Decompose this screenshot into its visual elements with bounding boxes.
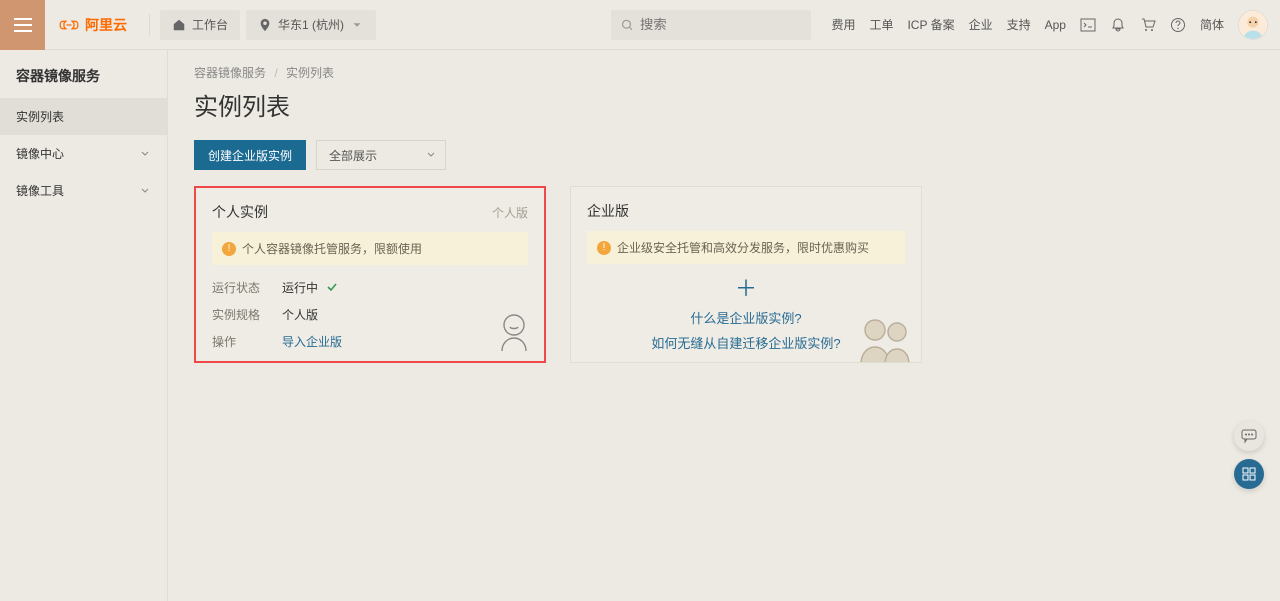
create-enterprise-instance-button[interactable]: 创建企业版实例: [194, 140, 306, 170]
aliyun-icon: [59, 15, 79, 35]
sidebar: 容器镜像服务 实例列表 镜像中心 镜像工具: [0, 50, 168, 601]
card-title-text: 个人实例: [212, 202, 268, 222]
enterprise-card: 企业版 ! 企业级安全托管和高效分发服务，限时优惠购买 ＋ 什么是企业版实例? …: [570, 186, 922, 363]
sidebar-item-label: 镜像中心: [16, 145, 64, 162]
row-value-status: 运行中: [282, 279, 528, 296]
chevron-down-icon: [425, 149, 437, 161]
row-label-status: 运行状态: [212, 279, 282, 296]
chevron-down-icon: [139, 148, 151, 160]
menu-toggle-button[interactable]: [0, 0, 45, 50]
enterprise-what-is-link[interactable]: 什么是企业版实例?: [690, 308, 801, 327]
home-icon: [172, 18, 186, 32]
top-link-support[interactable]: 支持: [1007, 16, 1031, 33]
page-title: 实例列表: [194, 87, 1254, 122]
check-icon: [326, 281, 338, 293]
search-box[interactable]: [611, 10, 811, 40]
breadcrumb: 容器镜像服务 / 实例列表: [194, 64, 1254, 81]
cart-icon[interactable]: [1140, 17, 1156, 33]
workspace-label: 工作台: [192, 16, 228, 33]
card-badge: 个人版: [492, 204, 528, 221]
sidebar-item-label: 实例列表: [16, 108, 64, 125]
search-input[interactable]: [640, 17, 801, 32]
location-icon: [258, 18, 272, 32]
breadcrumb-current: 实例列表: [286, 66, 334, 80]
lang-switch[interactable]: 简体: [1200, 16, 1224, 33]
people-outline-icon: [853, 314, 922, 363]
sidebar-item-label: 镜像工具: [16, 182, 64, 199]
enterprise-alert: ! 企业级安全托管和高效分发服务，限时优惠购买: [587, 231, 905, 264]
display-filter-select[interactable]: 全部展示: [316, 140, 446, 170]
person-outline-icon: [498, 313, 530, 351]
chevron-down-icon: [139, 185, 151, 197]
personal-alert: ! 个人容器镜像托管服务，限额使用: [212, 232, 528, 265]
sidebar-item-instance-list[interactable]: 实例列表: [0, 98, 167, 135]
top-link-icp[interactable]: ICP 备案: [907, 16, 954, 33]
top-link-fee[interactable]: 费用: [831, 16, 855, 33]
grid-icon: [1241, 466, 1257, 482]
breadcrumb-sep: /: [274, 66, 277, 80]
region-selector[interactable]: 华东1 (杭州): [246, 10, 376, 40]
row-value-spec: 个人版: [282, 306, 528, 323]
row-label-spec: 实例规格: [212, 306, 282, 323]
divider: [149, 14, 150, 36]
card-title-text: 企业版: [587, 201, 629, 221]
workspace-chip[interactable]: 工作台: [160, 10, 240, 40]
row-label-action: 操作: [212, 333, 282, 350]
bell-icon[interactable]: [1110, 17, 1126, 33]
breadcrumb-parent[interactable]: 容器镜像服务: [194, 66, 266, 80]
sidebar-item-image-tools[interactable]: 镜像工具: [0, 172, 167, 209]
sidebar-item-image-center[interactable]: 镜像中心: [0, 135, 167, 172]
alert-text: 企业级安全托管和高效分发服务，限时优惠购买: [617, 239, 869, 256]
filter-label: 全部展示: [329, 147, 377, 164]
sidebar-title: 容器镜像服务: [0, 50, 167, 98]
alert-text: 个人容器镜像托管服务，限额使用: [242, 240, 422, 257]
avatar[interactable]: [1238, 10, 1268, 40]
apps-fab[interactable]: [1234, 459, 1264, 489]
top-link-ticket[interactable]: 工单: [869, 16, 893, 33]
content-area: 容器镜像服务 / 实例列表 实例列表 创建企业版实例 全部展示 个人实例 个人版…: [168, 50, 1280, 601]
personal-instance-card: 个人实例 个人版 ! 个人容器镜像托管服务，限额使用 运行状态 运行中 实例规格…: [194, 186, 546, 363]
avatar-icon: [1239, 10, 1267, 40]
enterprise-migration-link[interactable]: 如何无缝从自建迁移企业版实例?: [651, 333, 840, 352]
top-link-enterprise[interactable]: 企业: [969, 16, 993, 33]
feedback-fab[interactable]: [1234, 421, 1264, 451]
info-icon: !: [597, 241, 611, 255]
search-icon: [621, 18, 634, 32]
top-link-app[interactable]: App: [1045, 18, 1066, 32]
chat-icon: [1241, 428, 1257, 444]
info-icon: !: [222, 242, 236, 256]
brand-logo[interactable]: 阿里云: [59, 15, 127, 35]
help-icon[interactable]: [1170, 17, 1186, 33]
import-enterprise-link[interactable]: 导入企业版: [282, 335, 342, 349]
brand-name: 阿里云: [85, 15, 127, 35]
terminal-icon[interactable]: [1080, 17, 1096, 33]
region-label: 华东1 (杭州): [278, 16, 344, 33]
chevron-down-icon: [350, 18, 364, 32]
add-icon[interactable]: ＋: [735, 278, 757, 300]
